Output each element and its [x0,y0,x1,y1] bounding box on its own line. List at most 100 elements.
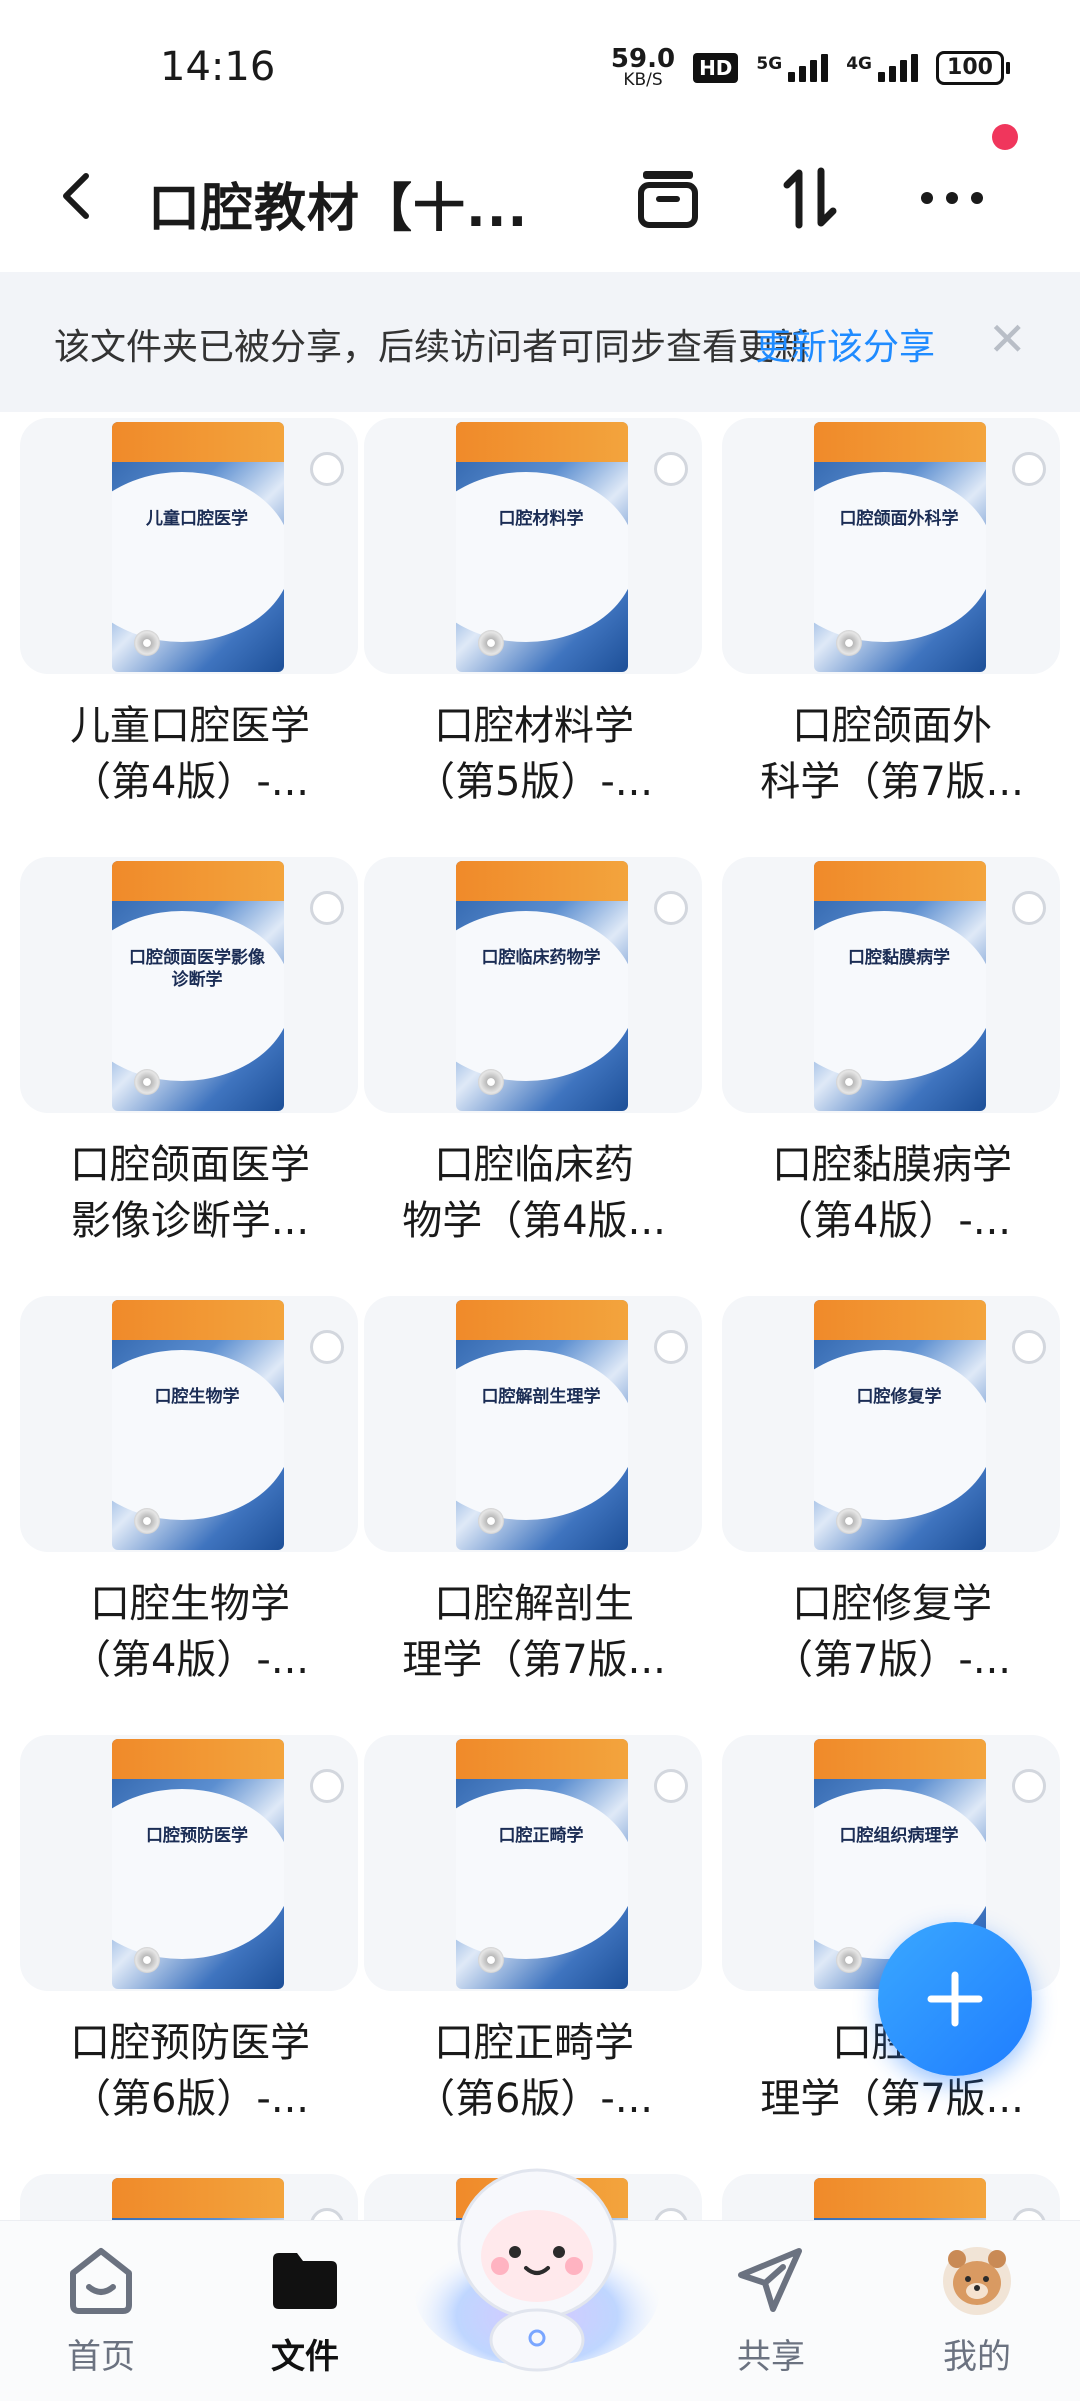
signal-4g-label: 4G [846,53,872,74]
file-name-line2: （第6版）-... [414,2076,654,2122]
update-share-link[interactable]: 更新该分享 [755,318,935,370]
battery-level: 100 [936,50,1004,85]
file-thumbnail: 口腔生物学 [20,1296,358,1552]
file-thumbnail: 口腔黏膜病学 [722,857,1060,1113]
select-checkbox[interactable] [1012,2208,1046,2220]
file-name-line2: （第4版）-... [772,1198,1012,1244]
book-cover: 口腔预防医学 [112,1739,284,1989]
book-cover-title: 口腔颌面外科学 [839,509,959,529]
book-cover-title: 口腔生物学 [154,1387,240,1407]
net-speed-value: 59.0 [610,44,676,74]
file-name: 口腔生物学 （第4版）-... [20,1576,360,1688]
disc-icon [478,630,504,656]
file-thumbnail: 口腔临床药物学 [364,857,702,1113]
book-cover: 口腔材料学 [456,422,628,672]
book-cover: 口腔修复学 [814,1300,986,1550]
tab-share[interactable]: 共享 [696,2241,846,2391]
file-name: 口腔材料学 （第5版）-... [364,698,704,810]
file-name-line2: 理学（第7版... [760,2076,1024,2122]
select-checkbox[interactable] [310,1769,344,1803]
file-thumbnail: 口腔颌面医学影像诊断学 [20,857,358,1113]
book-cover: 口腔黏膜病学 [814,861,986,1111]
book-cover: 口腔颌面医学影像诊断学 [112,861,284,1111]
notification-dot [992,124,1018,150]
home-icon [61,2241,141,2321]
sort-icon[interactable] [770,158,850,238]
select-checkbox[interactable] [310,891,344,925]
select-checkbox[interactable] [310,1330,344,1364]
book-cover: 口腔正畸学 [456,1739,628,1989]
select-checkbox[interactable] [654,452,688,486]
file-name: 口腔预防医学 （第6版）-... [20,2015,360,2127]
book-cover [814,2178,986,2220]
file-name: 口腔颌面医学 影像诊断学... [20,1137,360,1249]
assistant-mascot-button[interactable] [412,2144,662,2374]
book-cover-title: 口腔临床药物学 [481,948,601,968]
file-name-line1: 口腔修复学 [792,1581,992,1627]
disc-icon [836,1508,862,1534]
select-checkbox[interactable] [654,1330,688,1364]
disc-icon [134,630,160,656]
file-thumbnail: 口腔材料学 [364,418,702,674]
select-checkbox[interactable] [1012,1769,1046,1803]
file-name-line1: 口腔颌面外 [792,703,992,749]
book-cover-title: 口腔组织病理学 [839,1826,959,1846]
battery-icon: 100 [936,50,1010,85]
disc-icon [134,1508,160,1534]
archive-icon[interactable] [628,158,708,238]
select-checkbox[interactable] [310,452,344,486]
net-speed: 59.0 KB/S [611,46,675,89]
disc-icon [836,1069,862,1095]
folder-icon [265,2241,345,2321]
file-name-line1: 口腔预防医学 [70,2020,310,2066]
file-name: 口腔解剖生 理学（第7版... [364,1576,704,1688]
file-name-line1: 口腔临床药 [434,1142,634,1188]
tab-mine[interactable]: 我的 [902,2241,1052,2391]
disc-icon [134,1069,160,1095]
book-cover: 口腔颌面外科学 [814,422,986,672]
file-name-line2: （第4版）-... [70,759,310,805]
select-checkbox[interactable] [1012,452,1046,486]
book-cover-title: 口腔黏膜病学 [848,948,950,968]
file-name-line2: （第4版）-... [70,1637,310,1683]
file-thumbnail [722,2174,1060,2220]
file-name: 口腔黏膜病学 （第4版）-... [722,1137,1062,1249]
file-name-line1: 口腔黏膜病学 [772,1142,1012,1188]
status-time: 14:16 [160,44,276,90]
file-name-line1: 口腔生物学 [90,1581,290,1627]
book-cover-title: 口腔解剖生理学 [481,1387,601,1407]
select-checkbox[interactable] [654,891,688,925]
banner-text: 该文件夹已被分享，后续访问者可同步查看更新 [54,327,811,368]
file-name-line1: 口腔颌面医学 [70,1142,310,1188]
add-button[interactable] [878,1922,1032,2076]
avatar [937,2241,1017,2321]
file-name: 口腔正畸学 （第6版）-... [364,2015,704,2127]
book-cover-title: 口腔颌面医学影像诊断学 [129,948,265,991]
book-cover [112,2178,284,2220]
book-cover-title: 口腔材料学 [498,509,584,529]
file-thumbnail: 口腔颌面外科学 [722,418,1060,674]
tab-mine-label: 我的 [943,2337,1011,2377]
more-icon[interactable] [912,158,992,238]
select-checkbox[interactable] [1012,1330,1046,1364]
signal-4g-icon: 4G [846,53,918,82]
book-cover: 口腔生物学 [112,1300,284,1550]
file-name-line2: 物学（第4版... [402,1198,666,1244]
file-thumbnail [20,2174,358,2220]
chevron-left-icon[interactable] [52,166,102,226]
file-thumbnail: 口腔修复学 [722,1296,1060,1552]
tab-home-label: 首页 [67,2337,135,2377]
tab-files[interactable]: 文件 [230,2241,380,2391]
select-checkbox[interactable] [654,1769,688,1803]
file-name-line2: 科学（第7版... [760,759,1024,805]
select-checkbox[interactable] [1012,891,1046,925]
book-cover-title: 口腔预防医学 [146,1826,248,1846]
close-icon[interactable]: ✕ [988,316,1027,362]
book-cover-title: 口腔正畸学 [498,1826,584,1846]
disc-icon [836,1947,862,1973]
file-name: 儿童口腔医学 （第4版）-... [20,698,360,810]
tab-home[interactable]: 首页 [26,2241,176,2391]
select-checkbox[interactable] [310,2208,344,2220]
disc-icon [478,1947,504,1973]
file-name-line2: 影像诊断学... [70,1198,310,1244]
